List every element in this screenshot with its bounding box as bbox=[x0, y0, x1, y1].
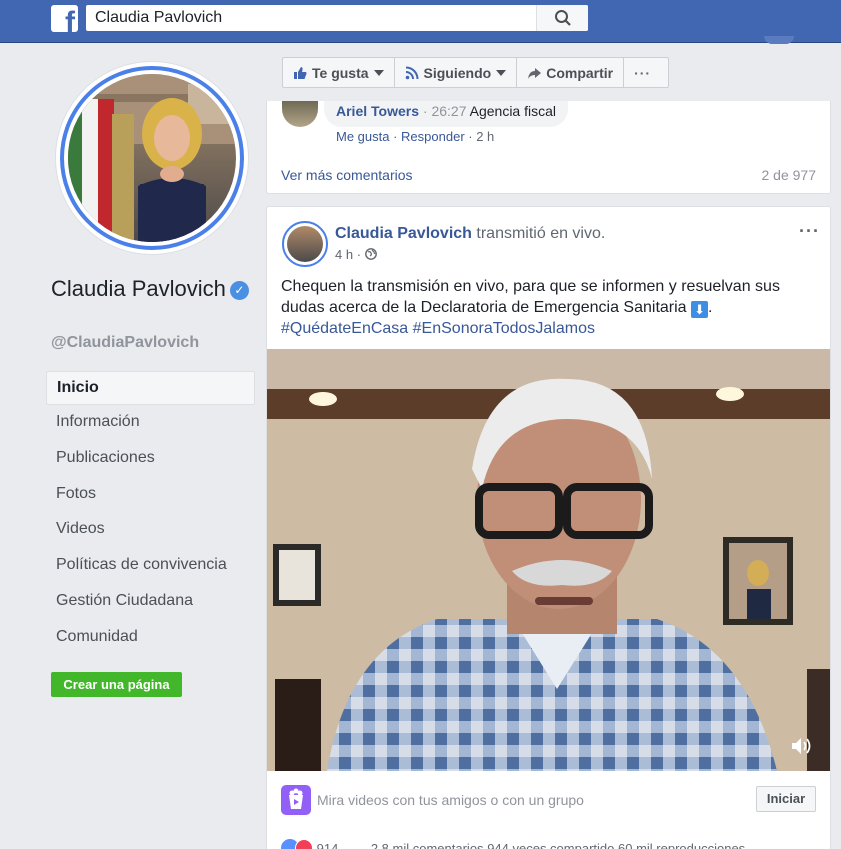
nav-item-informacion[interactable]: Información bbox=[46, 405, 255, 441]
create-page-button[interactable]: Crear una página bbox=[51, 672, 182, 697]
page-handle[interactable]: @ClaudiaPavlovich bbox=[51, 334, 199, 352]
profile-picture[interactable] bbox=[56, 62, 248, 254]
more-icon: ··· bbox=[634, 64, 652, 81]
post-hashtags[interactable]: #QuédateEnCasa #EnSonoraTodosJalamos bbox=[281, 320, 595, 337]
view-more-comments-link[interactable]: Ver más comentarios bbox=[281, 167, 413, 183]
like-page-label: Te gusta bbox=[312, 64, 369, 81]
comment-actions: Me gusta · Responder · 2 h bbox=[336, 129, 495, 144]
profile-photo bbox=[68, 74, 236, 242]
comment-author[interactable]: Ariel Towers bbox=[336, 103, 419, 119]
page-name-text: Claudia Pavlovich bbox=[51, 276, 226, 301]
watch-party-bar: Mira videos con tus amigos o con un grup… bbox=[281, 783, 816, 817]
chevron-down-icon bbox=[496, 69, 507, 76]
nav-item-politicas[interactable]: Políticas de convivencia bbox=[46, 548, 255, 584]
search-box bbox=[86, 5, 588, 31]
start-watch-party-button[interactable]: Iniciar bbox=[756, 786, 816, 812]
comment-reply-link[interactable]: Responder bbox=[401, 129, 465, 144]
rss-icon bbox=[405, 66, 419, 79]
video-frame bbox=[267, 349, 830, 771]
comment-like-link[interactable]: Me gusta bbox=[336, 129, 389, 144]
comment-timecode[interactable]: 26:27 bbox=[431, 103, 466, 119]
share-button[interactable]: Compartir bbox=[517, 58, 625, 87]
notification-bubble[interactable] bbox=[764, 36, 794, 44]
like-page-button[interactable]: Te gusta bbox=[283, 58, 395, 87]
love-reaction-icon bbox=[295, 839, 313, 849]
views-count: 60 mil reproducciones bbox=[618, 841, 746, 849]
nav-item-inicio[interactable]: Inicio bbox=[46, 371, 255, 405]
more-options-button[interactable]: ··· bbox=[624, 58, 661, 87]
comment-text: Agencia fiscal bbox=[469, 103, 557, 119]
post-text: Chequen la transmisión en vivo, para que… bbox=[281, 278, 780, 337]
profile-photo-illustration bbox=[68, 74, 236, 242]
page-navigation: Inicio Información Publicaciones Fotos V… bbox=[46, 371, 255, 656]
chevron-down-icon bbox=[373, 69, 384, 76]
post-text-line-2: dudas acerca de la Declaratoria de Emerg… bbox=[281, 299, 687, 316]
live-video-player[interactable] bbox=[267, 349, 830, 771]
post-options-icon[interactable]: ··· bbox=[799, 221, 820, 242]
share-arrow-icon bbox=[528, 67, 542, 79]
post-action-text: transmitió en vivo. bbox=[476, 225, 606, 242]
page-action-bar: Te gusta Siguiendo Compartir ··· bbox=[282, 57, 669, 88]
comment-bubble: Ariel Towers · 26:27 Agencia fiscal bbox=[324, 101, 569, 127]
down-arrow-emoji-icon: ⬇ bbox=[691, 301, 709, 318]
post-author-avatar[interactable] bbox=[282, 221, 328, 267]
nav-item-publicaciones[interactable]: Publicaciones bbox=[46, 441, 255, 477]
previous-post-card: Ariel Towers · 26:27 Agencia fiscal Me g… bbox=[266, 101, 831, 194]
comment-age[interactable]: 2 h bbox=[476, 129, 494, 144]
post-author-name[interactable]: Claudia Pavlovich bbox=[335, 225, 472, 242]
globe-icon bbox=[364, 248, 377, 260]
search-button[interactable] bbox=[536, 5, 588, 31]
nav-item-fotos[interactable]: Fotos bbox=[46, 477, 255, 513]
live-post-card: Claudia Pavlovich transmitió en vivo. 4 … bbox=[266, 206, 831, 849]
thumbs-up-icon bbox=[294, 66, 307, 79]
nav-item-comunidad[interactable]: Comunidad bbox=[46, 620, 255, 656]
post-stats: 914 2,8 mil comentarios 944 veces compar… bbox=[281, 839, 821, 849]
post-text-line-1: Chequen la transmisión en vivo, para que… bbox=[281, 278, 780, 295]
watch-party-icon bbox=[281, 785, 311, 815]
watch-party-text: Mira videos con tus amigos o con un grup… bbox=[317, 792, 584, 808]
profile-picture-frame bbox=[60, 66, 244, 250]
nav-item-gestion-ciudadana[interactable]: Gestión Ciudadana bbox=[46, 584, 255, 620]
reaction-count[interactable]: 914 bbox=[317, 841, 339, 849]
page-title: Claudia Pavlovich ✓ bbox=[51, 274, 251, 304]
facebook-logo-icon[interactable]: f bbox=[51, 5, 78, 32]
share-label: Compartir bbox=[546, 64, 614, 81]
top-navigation-bar: f bbox=[0, 0, 841, 44]
shares-count[interactable]: 944 veces compartido bbox=[487, 841, 614, 849]
post-author-photo bbox=[287, 226, 323, 262]
comments-count[interactable]: 2,8 mil comentarios bbox=[371, 841, 484, 849]
post-time[interactable]: 4 h bbox=[335, 247, 353, 262]
verified-badge-icon: ✓ bbox=[229, 281, 249, 300]
nav-item-videos[interactable]: Videos bbox=[46, 512, 255, 548]
volume-icon[interactable] bbox=[791, 736, 813, 756]
search-input[interactable] bbox=[86, 5, 536, 31]
post-meta: 4 h · bbox=[335, 247, 377, 262]
following-button[interactable]: Siguiendo bbox=[395, 58, 518, 87]
search-icon bbox=[555, 10, 571, 26]
post-header: Claudia Pavlovich transmitió en vivo. bbox=[335, 225, 605, 243]
following-label: Siguiendo bbox=[423, 64, 492, 81]
comment-count: 2 de 977 bbox=[761, 167, 817, 183]
commenter-avatar[interactable] bbox=[282, 101, 318, 127]
